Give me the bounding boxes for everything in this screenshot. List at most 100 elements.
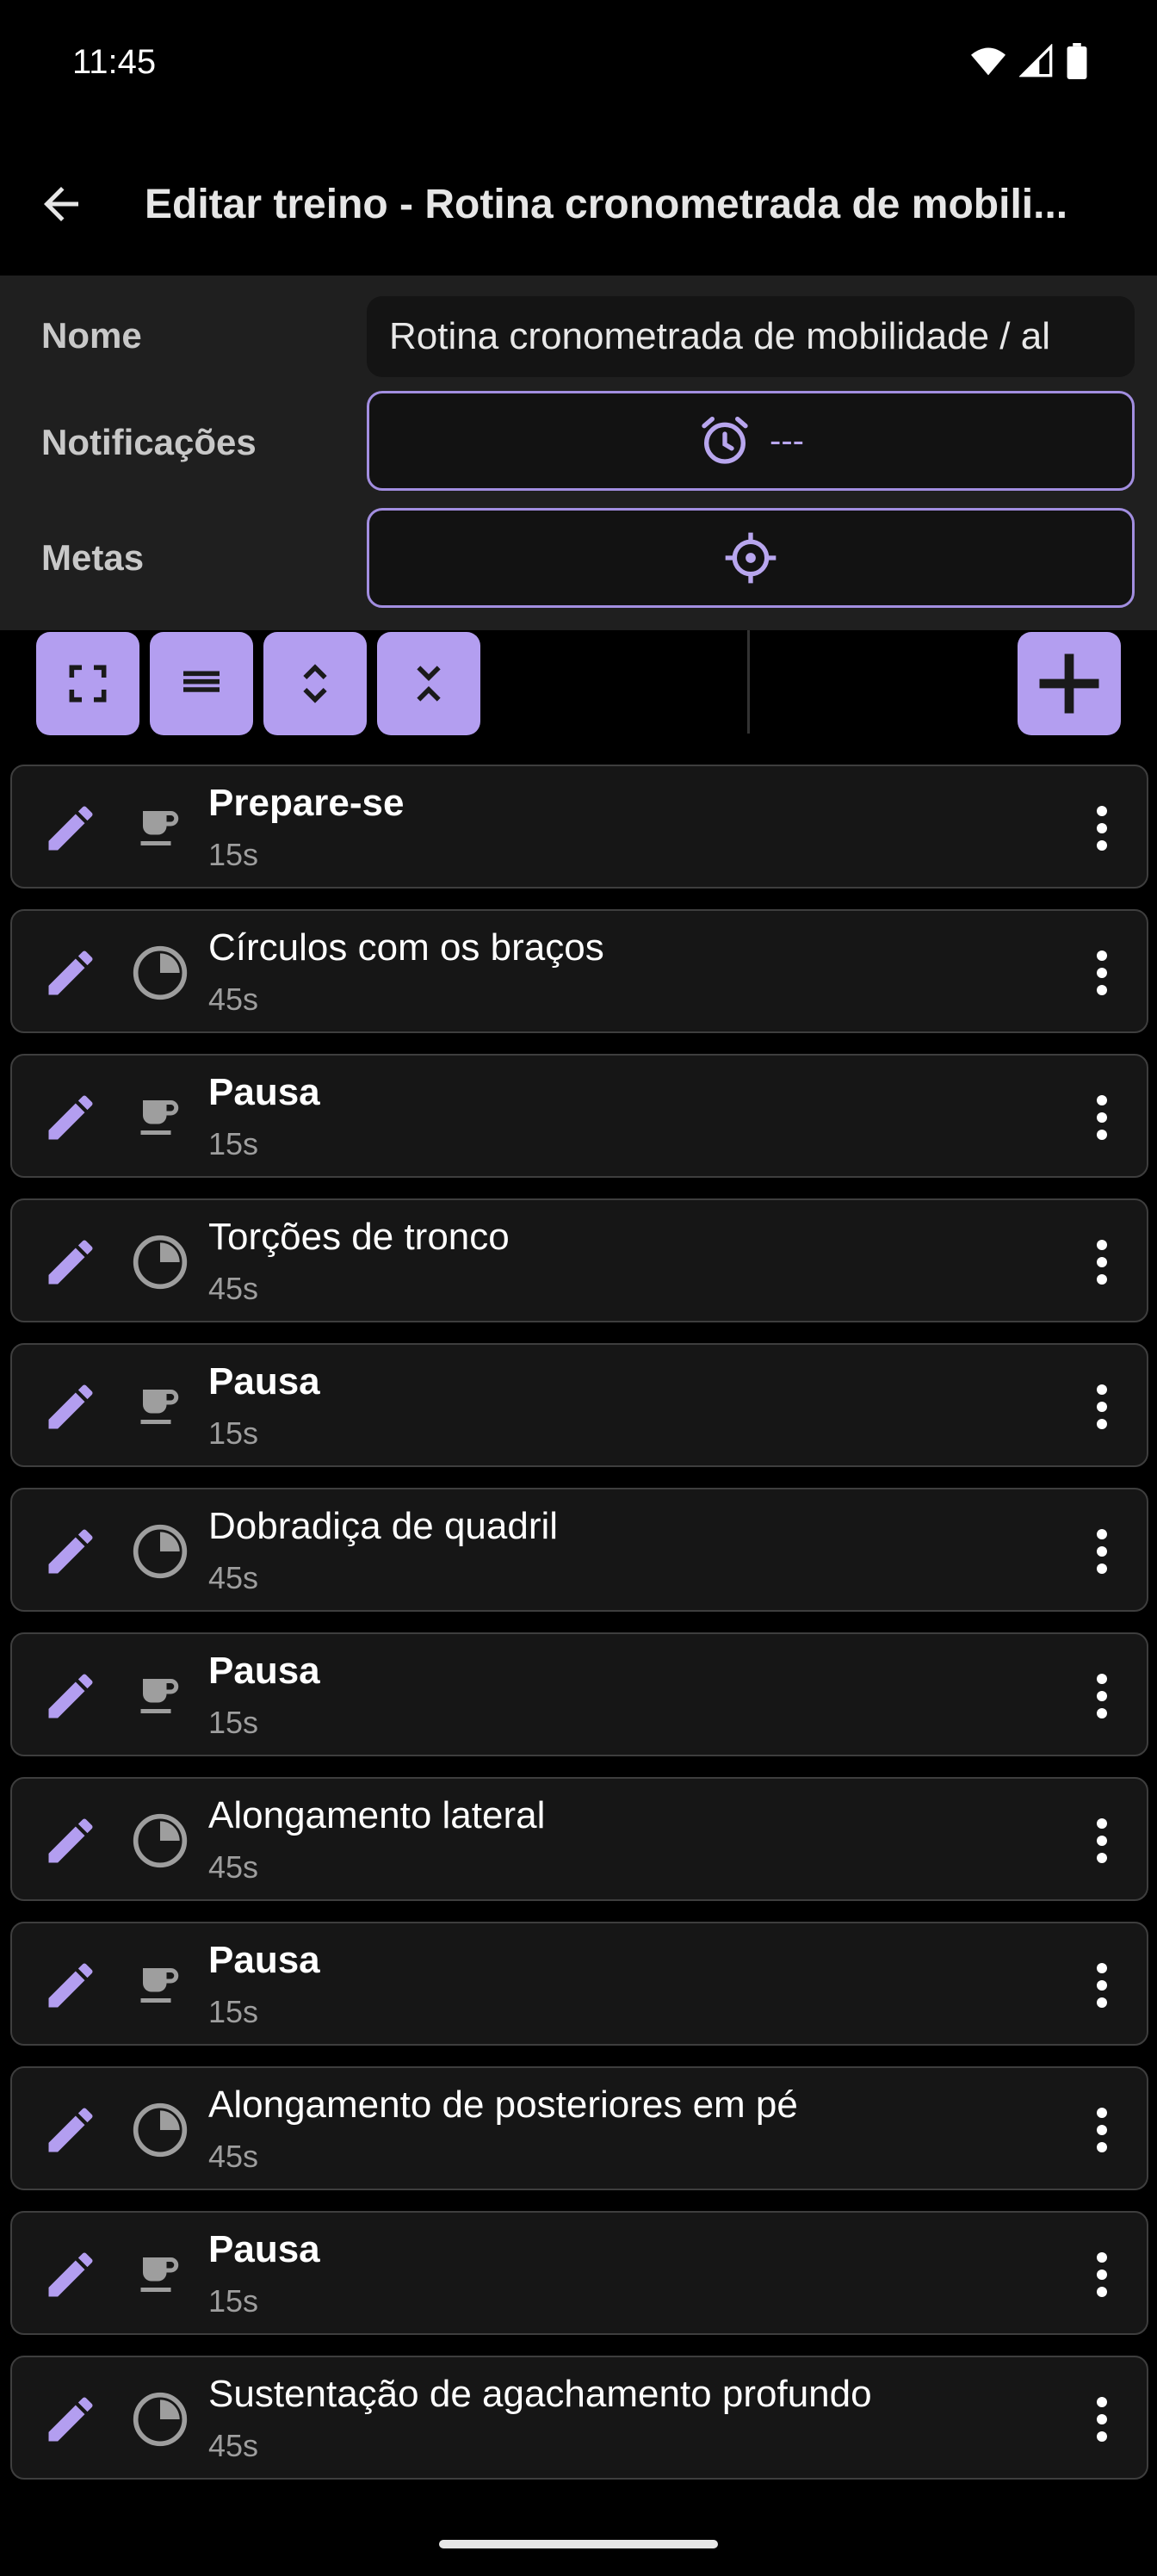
app-bar: Editar treino - Rotina cronometrada de m… bbox=[0, 129, 1157, 276]
more-vert-icon bbox=[1097, 1963, 1107, 2008]
arrow-back-icon bbox=[44, 187, 78, 221]
edit-button[interactable] bbox=[38, 1085, 103, 1150]
list-item[interactable]: Pausa 15s bbox=[10, 1343, 1148, 1467]
list-item[interactable]: Alongamento de posteriores em pé 45s bbox=[10, 2066, 1148, 2190]
notifications-value: --- bbox=[770, 421, 804, 460]
more-options-button[interactable] bbox=[1078, 1228, 1126, 1297]
pencil-icon bbox=[48, 1240, 93, 1285]
more-options-button[interactable] bbox=[1078, 2240, 1126, 2309]
timer-pie-icon bbox=[129, 1231, 191, 1293]
exercise-duration: 15s bbox=[208, 1415, 259, 1451]
name-label: Nome bbox=[41, 315, 142, 356]
more-vert-icon bbox=[1097, 1818, 1107, 1863]
edit-button[interactable] bbox=[38, 940, 103, 1006]
name-input[interactable]: Rotina cronometrada de mobilidade / al bbox=[367, 296, 1135, 377]
back-button[interactable] bbox=[31, 174, 91, 234]
list-item[interactable]: Alongamento lateral 45s bbox=[10, 1777, 1148, 1901]
fullscreen-button[interactable] bbox=[36, 632, 139, 735]
exercise-title: Pausa bbox=[208, 2228, 320, 2270]
crosshair-icon bbox=[725, 532, 776, 584]
list-item[interactable]: Dobradiça de quadril 45s bbox=[10, 1488, 1148, 1612]
coffee-icon bbox=[129, 1954, 191, 2016]
pencil-icon bbox=[48, 806, 93, 851]
list-toolbar bbox=[0, 630, 1157, 739]
expand-all-icon bbox=[303, 664, 327, 703]
coffee-icon bbox=[129, 1087, 191, 1149]
exercise-title: Círculos com os braços bbox=[208, 926, 604, 969]
edit-button[interactable] bbox=[38, 2387, 103, 2452]
edit-button[interactable] bbox=[38, 796, 103, 861]
collapse-all-button[interactable] bbox=[377, 632, 480, 735]
list-item[interactable]: Círculos com os braços 45s bbox=[10, 909, 1148, 1033]
edit-button[interactable] bbox=[38, 1953, 103, 2018]
goals-button[interactable] bbox=[367, 508, 1135, 608]
exercise-title: Torções de tronco bbox=[208, 1216, 510, 1258]
more-options-button[interactable] bbox=[1078, 794, 1126, 863]
exercise-title: Pausa bbox=[208, 1360, 320, 1403]
more-options-button[interactable] bbox=[1078, 1951, 1126, 2020]
coffee-icon bbox=[129, 797, 191, 859]
status-icons bbox=[969, 43, 1088, 79]
status-time: 11:45 bbox=[72, 43, 157, 81]
exercise-title: Alongamento lateral bbox=[208, 1794, 546, 1836]
more-options-button[interactable] bbox=[1078, 1806, 1126, 1875]
exercise-duration: 45s bbox=[208, 2428, 259, 2463]
coffee-icon bbox=[129, 1665, 191, 1727]
exercise-duration: 15s bbox=[208, 837, 259, 872]
pencil-icon bbox=[48, 1529, 93, 1574]
edit-button[interactable] bbox=[38, 1663, 103, 1729]
pencil-icon bbox=[48, 1963, 93, 2008]
expand-all-button[interactable] bbox=[263, 632, 367, 735]
workout-form: Nome Rotina cronometrada de mobilidade /… bbox=[0, 276, 1157, 630]
notifications-label: Notificações bbox=[41, 422, 257, 462]
more-options-button[interactable] bbox=[1078, 1662, 1126, 1731]
edit-button[interactable] bbox=[38, 2097, 103, 2163]
exercise-duration: 45s bbox=[208, 981, 259, 1017]
wifi-icon bbox=[971, 47, 1005, 76]
more-options-button[interactable] bbox=[1078, 938, 1126, 1007]
goals-label: Metas bbox=[41, 537, 145, 578]
more-vert-icon bbox=[1097, 1240, 1107, 1285]
exercise-title: Pausa bbox=[208, 1939, 320, 1981]
more-options-button[interactable] bbox=[1078, 2096, 1126, 2164]
pencil-icon bbox=[48, 1095, 93, 1140]
timer-pie-icon bbox=[129, 1810, 191, 1872]
edit-button[interactable] bbox=[38, 1229, 103, 1295]
list-item[interactable]: Sustentação de agachamento profundo 45s bbox=[10, 2356, 1148, 2480]
more-vert-icon bbox=[1097, 806, 1107, 851]
add-exercise-button[interactable] bbox=[1018, 632, 1121, 735]
pencil-icon bbox=[48, 1818, 93, 1863]
list-item[interactable]: Pausa 15s bbox=[10, 1054, 1148, 1178]
list-item[interactable]: Torções de tronco 45s bbox=[10, 1198, 1148, 1322]
more-vert-icon bbox=[1097, 2397, 1107, 2442]
pencil-icon bbox=[48, 1384, 93, 1429]
list-item[interactable]: Pausa 15s bbox=[10, 1922, 1148, 2046]
list-item[interactable]: Prepare-se 15s bbox=[10, 765, 1148, 889]
edit-button[interactable] bbox=[38, 1374, 103, 1440]
list-item[interactable]: Pausa 15s bbox=[10, 1632, 1148, 1756]
edit-button[interactable] bbox=[38, 1808, 103, 1873]
more-options-button[interactable] bbox=[1078, 1517, 1126, 1586]
edit-button[interactable] bbox=[38, 1519, 103, 1584]
home-indicator[interactable] bbox=[439, 2540, 718, 2548]
list-item[interactable]: Pausa 15s bbox=[10, 2211, 1148, 2335]
pencil-icon bbox=[48, 951, 93, 995]
edit-button[interactable] bbox=[38, 2242, 103, 2307]
battery-icon bbox=[1067, 43, 1087, 79]
exercise-duration: 15s bbox=[208, 1705, 259, 1740]
coffee-icon bbox=[129, 1376, 191, 1438]
reorder-button[interactable] bbox=[150, 632, 253, 735]
more-vert-icon bbox=[1097, 1384, 1107, 1429]
exercise-title: Dobradiça de quadril bbox=[208, 1505, 559, 1547]
pencil-icon bbox=[48, 2252, 93, 2297]
status-bar: 11:45 bbox=[0, 0, 1157, 129]
exercise-duration: 15s bbox=[208, 1126, 259, 1161]
exercise-duration: 15s bbox=[208, 2283, 259, 2319]
expand-icon bbox=[69, 665, 107, 703]
notifications-button[interactable]: --- bbox=[367, 391, 1135, 491]
more-options-button[interactable] bbox=[1078, 1372, 1126, 1441]
more-options-button[interactable] bbox=[1078, 2385, 1126, 2454]
more-options-button[interactable] bbox=[1078, 1083, 1126, 1152]
more-vert-icon bbox=[1097, 951, 1107, 995]
exercise-title: Alongamento de posteriores em pé bbox=[208, 2084, 798, 2126]
